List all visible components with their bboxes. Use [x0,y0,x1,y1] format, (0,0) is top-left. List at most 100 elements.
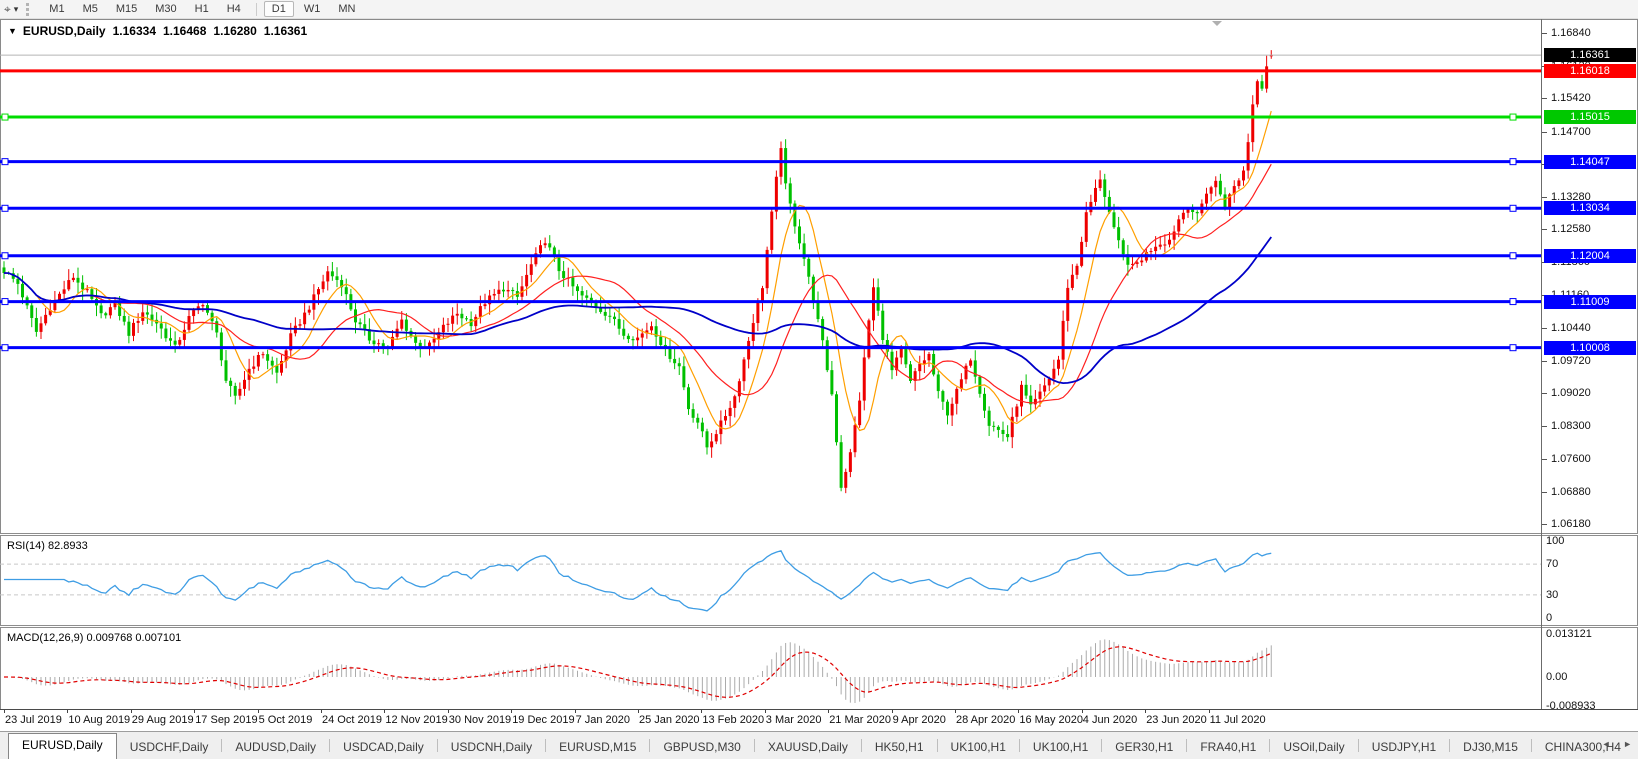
tab-scroll-left-icon[interactable]: ◄ [1602,739,1611,749]
line-anchor-handle[interactable] [2,299,8,305]
tab-usdcad-daily[interactable]: USDCAD,Daily [330,735,437,759]
date-tick-mark [1018,710,1019,713]
price-tick-label: 1.14700 [1551,126,1591,138]
line-anchor-handle[interactable] [1510,345,1516,351]
tab-scroll-right-icon[interactable]: ► [1623,739,1632,749]
tab-eurusd-m15[interactable]: EURUSD,M15 [546,735,649,759]
tab-dj30-m15[interactable]: DJ30,M15 [1450,735,1531,759]
line-anchor-handle[interactable] [1510,159,1516,165]
price-axis[interactable]: 1.168401.161201.154201.147001.140001.132… [1542,19,1638,710]
time-axis[interactable]: 23 Jul 201910 Aug 201929 Aug 201917 Sep … [0,710,1638,731]
toolbar-grip[interactable] [26,3,33,16]
tab-eurusd-daily[interactable]: EURUSD,Daily [8,733,117,759]
rsi-line [4,551,1271,611]
macd-indicator-label: MACD(12,26,9) 0.009768 0.007101 [7,632,181,644]
line-anchor-handle[interactable] [2,159,8,165]
trading-platform-window: ⌖ ▾ M1M5M15M30H1H4 D1W1MN ▼ EURUSD,Daily 1.… [0,0,1638,759]
macd-scale-label: 0.00 [1546,671,1567,683]
tab-audusd-daily[interactable]: AUDUSD,Daily [222,735,329,759]
date-label: 28 Apr 2020 [956,714,1015,726]
chart-shift-marker-icon[interactable] [1212,21,1222,26]
date-tick-mark [765,710,766,713]
rsi-canvas[interactable] [0,536,1541,625]
date-label: 11 Jul 2020 [1210,714,1266,726]
date-label: 21 Mar 2020 [829,714,891,726]
price-badge-1.16361: 1.16361 [1544,48,1636,62]
line-anchor-handle[interactable] [1510,299,1516,305]
timeframe-button-m30[interactable]: M30 [147,1,184,17]
rsi-scale-label: 30 [1546,589,1558,601]
tab-usdjpy-h1[interactable]: USDJPY,H1 [1359,735,1449,759]
tab-xauusd-daily[interactable]: XAUUSD,Daily [755,735,861,759]
horizontal-levels-layer [0,55,1541,351]
date-label: 13 Feb 2020 [702,714,764,726]
tab-uk100-h1[interactable]: UK100,H1 [1020,735,1101,759]
price-tick-label: 1.07600 [1551,453,1591,465]
line-anchor-handle[interactable] [2,253,8,259]
date-label: 19 Dec 2019 [512,714,574,726]
price-tick-label: 1.06180 [1551,518,1591,530]
ohlc-low: 1.16280 [213,24,256,38]
date-label: 10 Aug 2019 [68,714,130,726]
line-anchor-handle[interactable] [1510,114,1516,120]
date-tick-mark [1209,710,1210,713]
chart-symbol-label: EURUSD,Daily [23,24,106,38]
toolbar-separator [256,3,257,16]
timeframe-button-m5[interactable]: M5 [75,1,106,17]
tab-scroll-arrows: ◄ ► [1592,739,1632,749]
crosshair-tool-icon[interactable]: ⌖ [4,1,11,18]
tab-fra40-h1[interactable]: FRA40,H1 [1187,735,1269,759]
macd-canvas[interactable] [0,628,1541,709]
date-tick-mark [1145,710,1146,713]
date-tick-mark [575,710,576,713]
timeframe-button-m1[interactable]: M1 [41,1,72,17]
tab-ger30-h1[interactable]: GER30,H1 [1102,735,1186,759]
date-tick-mark [448,710,449,713]
ohlc-close: 1.16361 [264,24,307,38]
line-anchor-handle[interactable] [1510,253,1516,259]
price-badge-1.13034: 1.13034 [1544,201,1636,215]
toolbar-dropdown-icon[interactable]: ▾ [14,4,19,15]
price-tick-label: 1.09720 [1551,355,1591,367]
price-tick-mark [1542,393,1547,394]
date-label: 9 Apr 2020 [893,714,946,726]
tab-gbpusd-m30[interactable]: GBPUSD,M30 [650,735,753,759]
date-label: 23 Jun 2020 [1146,714,1207,726]
price-chart-canvas[interactable] [0,19,1541,533]
tab-usdcnh-daily[interactable]: USDCNH,Daily [438,735,545,759]
chart-tab-bar: EURUSD,DailyUSDCHF,DailyAUDUSD,DailyUSDC… [0,731,1638,759]
price-tick-label: 1.15420 [1551,92,1591,104]
line-anchor-handle[interactable] [2,345,8,351]
tab-uk100-h1[interactable]: UK100,H1 [938,735,1019,759]
tab-hk50-h1[interactable]: HK50,H1 [862,735,937,759]
price-tick-mark [1542,426,1547,427]
price-tick-mark [1542,328,1547,329]
date-label: 29 Aug 2019 [132,714,194,726]
date-label: 7 Jan 2020 [576,714,630,726]
timeframe-button-d1[interactable]: D1 [264,1,294,17]
line-anchor-handle[interactable] [1510,205,1516,211]
timeframe-button-h1[interactable]: H1 [187,1,217,17]
price-tick-mark [1542,229,1547,230]
date-tick-mark [892,710,893,713]
price-tick-mark [1542,459,1547,460]
price-badge-1.16018: 1.16018 [1544,64,1636,78]
rsi-scale-label: 100 [1546,535,1564,547]
date-label: 4 Jun 2020 [1083,714,1137,726]
tab-usdchf-daily[interactable]: USDCHF,Daily [117,735,222,759]
timeframe-button-m15[interactable]: M15 [108,1,145,17]
timeframe-button-w1[interactable]: W1 [296,1,329,17]
line-anchor-handle[interactable] [2,205,8,211]
tab-usoil-daily[interactable]: USOil,Daily [1270,735,1357,759]
line-anchor-handle[interactable] [2,114,8,120]
rsi-scale-label: 70 [1546,558,1558,570]
timeframe-button-mn[interactable]: MN [330,1,363,17]
chart-dropdown-icon[interactable]: ▼ [8,26,17,36]
timeframe-buttons: M1M5M15M30H1H4 D1W1MN [40,1,364,17]
timeframe-button-h4[interactable]: H4 [219,1,249,17]
date-tick-mark [67,710,68,713]
date-label: 24 Oct 2019 [322,714,382,726]
date-label: 25 Jan 2020 [639,714,700,726]
price-badge-1.12004: 1.12004 [1544,249,1636,263]
price-badge-1.14047: 1.14047 [1544,155,1636,169]
